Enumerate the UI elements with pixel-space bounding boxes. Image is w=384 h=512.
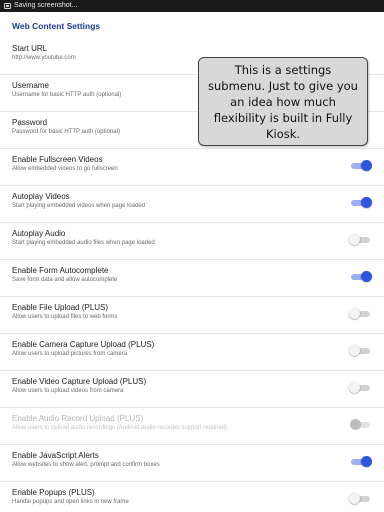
divider — [0, 148, 384, 149]
javascript-alerts-toggle[interactable] — [349, 455, 373, 469]
setting-summary: Handle popups and open links in new fram… — [12, 499, 129, 505]
setting-title: Enable File Upload (PLUS) — [12, 303, 109, 312]
divider — [0, 333, 384, 334]
fullscreen-videos-toggle[interactable] — [349, 159, 373, 173]
setting-summary: Allow users to upload videos from camera — [12, 388, 124, 394]
switch-thumb — [361, 456, 372, 467]
audio-record-upload-toggle — [349, 418, 373, 432]
divider — [0, 481, 384, 482]
settings-screen: Web Content Settings Start URL http://ww… — [0, 12, 384, 512]
setting-video-capture-upload[interactable]: Enable Video Capture Upload (PLUS) Allow… — [0, 377, 384, 414]
setting-javascript-alerts[interactable]: Enable JavaScript Alerts Allow websites … — [0, 451, 384, 488]
setting-title: Autoplay Videos — [12, 192, 70, 201]
setting-title: Enable Camera Capture Upload (PLUS) — [12, 340, 155, 349]
divider — [0, 370, 384, 371]
setting-title: Autoplay Audio — [12, 229, 66, 238]
setting-title: Enable Audio Record Upload (PLUS) — [12, 414, 144, 423]
setting-summary: Password for basic HTTP auth (optional) — [12, 129, 120, 135]
status-notification-text: Saving screenshot... — [14, 2, 78, 9]
setting-camera-capture-upload[interactable]: Enable Camera Capture Upload (PLUS) Allo… — [0, 340, 384, 377]
setting-summary: Allow embedded videos to go fullscreen — [12, 166, 118, 172]
setting-title: Enable Video Capture Upload (PLUS) — [12, 377, 147, 386]
switch-thumb — [349, 493, 360, 504]
setting-file-upload[interactable]: Enable File Upload (PLUS) Allow users to… — [0, 303, 384, 340]
popups-toggle[interactable] — [349, 492, 373, 506]
divider — [0, 407, 384, 408]
section-title: Web Content Settings — [12, 21, 101, 31]
setting-summary: http://www.youtube.com — [12, 55, 76, 61]
setting-summary: Start playing embedded audio files when … — [12, 240, 155, 246]
divider — [0, 444, 384, 445]
camera-capture-upload-toggle[interactable] — [349, 344, 373, 358]
setting-title: Username — [12, 81, 49, 90]
screenshot-icon — [4, 3, 11, 9]
setting-summary: Allow websites to show alert, prompt and… — [12, 462, 160, 468]
switch-thumb — [350, 419, 361, 430]
setting-title: Start URL — [12, 44, 48, 53]
switch-thumb — [361, 160, 372, 171]
form-autocomplete-toggle[interactable] — [349, 270, 373, 284]
switch-thumb — [361, 271, 372, 282]
autoplay-audio-toggle[interactable] — [349, 233, 373, 247]
annotation-callout: This is a settings submenu. Just to give… — [198, 57, 368, 146]
setting-summary: Allow users to upload audio recordings (… — [12, 425, 228, 431]
divider — [0, 296, 384, 297]
setting-autoplay-audio[interactable]: Autoplay Audio Start playing embedded au… — [0, 229, 384, 266]
setting-summary: Save form data and allow autocomplete — [12, 277, 118, 283]
divider — [0, 185, 384, 186]
setting-title: Enable Form Autocomplete — [12, 266, 109, 275]
switch-thumb — [349, 234, 360, 245]
setting-form-autocomplete[interactable]: Enable Form Autocomplete Save form data … — [0, 266, 384, 303]
video-capture-upload-toggle[interactable] — [349, 381, 373, 395]
divider — [0, 222, 384, 223]
switch-thumb — [349, 345, 360, 356]
setting-autoplay-videos[interactable]: Autoplay Videos Start playing embedded v… — [0, 192, 384, 229]
autoplay-videos-toggle[interactable] — [349, 196, 373, 210]
setting-summary: Username for basic HTTP auth (optional) — [12, 92, 122, 98]
setting-title: Password — [12, 118, 48, 127]
setting-fullscreen-videos[interactable]: Enable Fullscreen Videos Allow embedded … — [0, 155, 384, 192]
setting-summary: Allow users to upload pictures from came… — [12, 351, 128, 357]
setting-summary: Allow users to upload files to web forms — [12, 314, 118, 320]
switch-thumb — [349, 382, 360, 393]
setting-title: Enable JavaScript Alerts — [12, 451, 99, 460]
divider — [0, 259, 384, 260]
setting-summary: Start playing embedded videos when page … — [12, 203, 146, 209]
switch-thumb — [349, 308, 360, 319]
switch-thumb — [361, 197, 372, 208]
setting-audio-record-upload: Enable Audio Record Upload (PLUS) Allow … — [0, 414, 384, 451]
setting-title: Enable Fullscreen Videos — [12, 155, 103, 164]
file-upload-toggle[interactable] — [349, 307, 373, 321]
setting-popups[interactable]: Enable Popups (PLUS) Handle popups and o… — [0, 488, 384, 512]
setting-title: Enable Popups (PLUS) — [12, 488, 95, 497]
status-bar: Saving screenshot... — [0, 0, 384, 12]
